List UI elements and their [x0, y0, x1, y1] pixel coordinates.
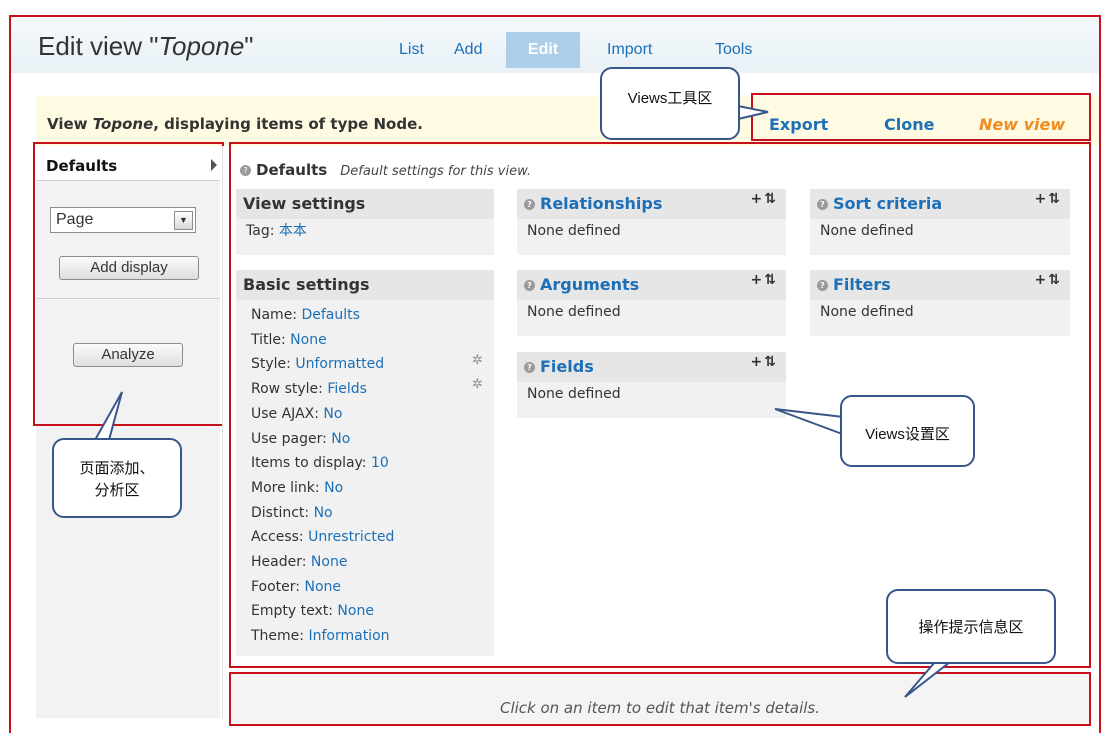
callout-label: 操作提示信息区 — [918, 619, 1024, 636]
toolbar-callout-tail — [737, 105, 769, 120]
hint-callout-tail — [904, 661, 951, 698]
add-analyze-area-callout: 页面添加、 分析区 — [52, 438, 182, 518]
callout-label: Views设置区 — [865, 426, 950, 443]
callout-label: 页面添加、 — [79, 460, 155, 477]
toolbar-area-callout: Views工具区 — [600, 67, 740, 140]
callout-label: Views工具区 — [627, 90, 713, 107]
sidebar-callout-tail — [94, 391, 123, 441]
settings-area-callout: Views设置区 — [840, 395, 975, 467]
callout-label: 分析区 — [94, 482, 140, 499]
hint-area-callout: 操作提示信息区 — [886, 589, 1056, 664]
